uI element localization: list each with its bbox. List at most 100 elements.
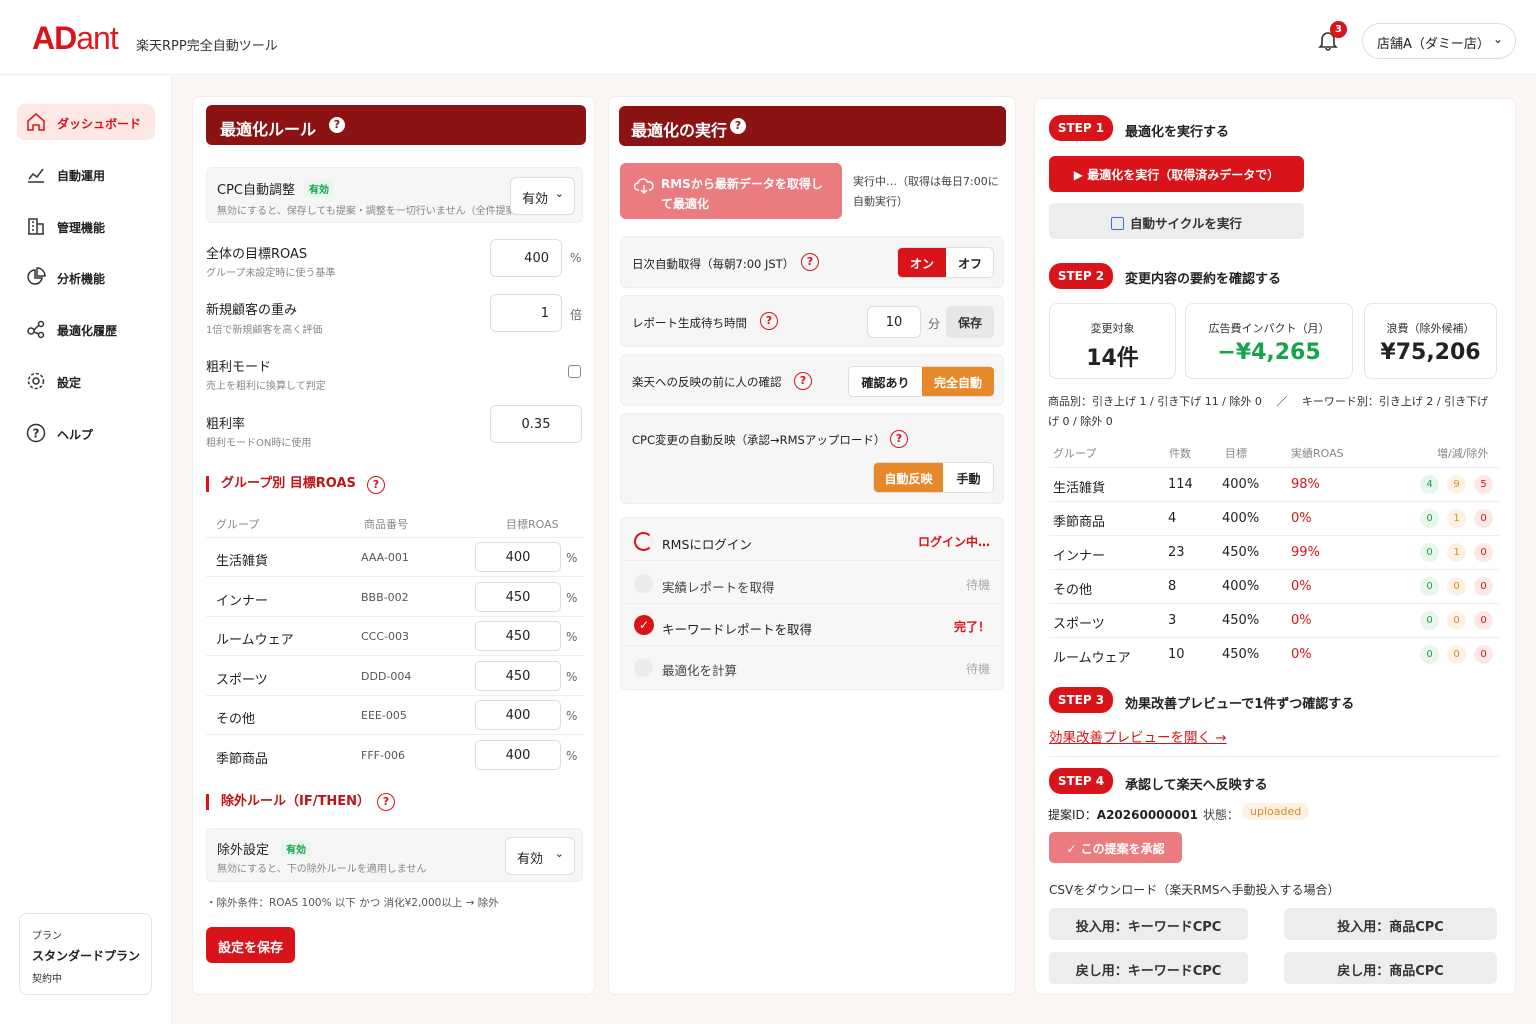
increase-count: 0: [1420, 577, 1439, 596]
help-icon[interactable]: ?: [760, 312, 778, 330]
table-row: 季節商品 4 400% 0% 0 1 0: [1049, 501, 1500, 535]
run-optimization-button[interactable]: ▶ 最適化を実行（取得済みデータで）: [1049, 156, 1304, 192]
group-roas-input[interactable]: 450: [475, 582, 561, 612]
th-actual: 実績ROAS: [1291, 447, 1344, 460]
table-row: その他 8 400% 0% 0 0 0: [1049, 569, 1500, 603]
exclusion-select[interactable]: 有効 ⌄: [505, 837, 575, 875]
sidebar-item-settings[interactable]: 設定: [17, 363, 155, 399]
step1-title: 最適化を実行する: [1125, 125, 1230, 140]
margin-rate-input[interactable]: 0.35: [490, 405, 582, 443]
actual-roas-cell: 0%: [1291, 647, 1312, 662]
help-icon[interactable]: ?: [730, 118, 746, 134]
step3-pill: STEP 3: [1049, 687, 1113, 713]
group-cell: スポーツ: [1053, 617, 1105, 632]
fetch-rms-button[interactable]: RMSから最新データを取得して最適化: [620, 163, 842, 219]
csv-product-in-button[interactable]: 投入用：商品CPC: [1284, 908, 1497, 940]
daily-fetch-label: 日次自動取得（毎朝7:00 JST）: [632, 257, 795, 271]
help-icon: ?: [26, 423, 46, 443]
help-icon[interactable]: ?: [367, 476, 385, 494]
sidebar-item-history[interactable]: 最適化履歴: [17, 311, 155, 347]
table-row: ルームウェア 10 450% 0% 0 0 0: [1049, 637, 1500, 671]
csv-label: CSVをダウンロード（楽天RMSへ手動投入する場合）: [1049, 883, 1340, 897]
csv-product-revert-button[interactable]: 戻し用：商品CPC: [1284, 952, 1497, 984]
sidebar-item-help[interactable]: ? ヘルプ: [17, 415, 155, 451]
roas-input[interactable]: 400: [490, 239, 562, 277]
home-icon: [27, 113, 45, 131]
group-roas-input[interactable]: 400: [475, 740, 561, 770]
newcust-label: 新規顧客の重み: [206, 303, 298, 318]
toggle-manual[interactable]: 手動: [943, 463, 994, 492]
toggle-confirm[interactable]: 確認あり: [849, 367, 922, 396]
count-cell: 3: [1168, 613, 1177, 628]
actual-roas-cell: 0%: [1291, 579, 1312, 594]
group-header-group: グループ: [216, 518, 260, 531]
auto-cycle-button[interactable]: 自動サイクルを実行: [1049, 203, 1304, 239]
th-target: 目標: [1225, 447, 1247, 460]
roas-label: 全体の目標ROAS: [206, 247, 308, 262]
wait-time-input[interactable]: 10: [867, 306, 921, 338]
cpc-auto-label: CPC自動調整: [217, 183, 295, 198]
target-cell: 450%: [1222, 613, 1260, 628]
group-roas-input[interactable]: 400: [475, 542, 561, 572]
plan-label: プラン: [32, 931, 62, 942]
table-row: スポーツ DDD-004 450%: [206, 657, 584, 696]
exclude-count: 0: [1474, 509, 1493, 528]
logo[interactable]: ADant: [32, 20, 119, 57]
cpc-status-badge: 有効: [304, 180, 334, 197]
stat-waste: 浪費（除外候補） ¥75,206: [1364, 303, 1497, 379]
margin-mode-checkbox[interactable]: [568, 365, 581, 378]
preview-link[interactable]: 効果改善プレビューを開く →: [1049, 726, 1227, 746]
table-row: ルームウェア CCC-003 450%: [206, 617, 584, 656]
help-icon[interactable]: ?: [794, 372, 812, 390]
table-row: インナー 23 450% 99% 0 1 0: [1049, 535, 1500, 569]
exclude-count: 0: [1474, 543, 1493, 562]
actual-roas-cell: 0%: [1291, 613, 1312, 628]
help-icon[interactable]: ?: [329, 117, 345, 133]
save-settings-button[interactable]: 設定を保存: [206, 927, 295, 963]
target-cell: 400%: [1222, 511, 1260, 526]
help-icon[interactable]: ?: [801, 253, 819, 271]
csv-keyword-revert-button[interactable]: 戻し用：キーワードCPC: [1049, 952, 1248, 984]
sidebar-item-analysis[interactable]: 分析機能: [17, 259, 155, 295]
sidebar-item-dashboard[interactable]: ダッシュボード: [17, 104, 155, 140]
toggle-full-auto[interactable]: 完全自動: [922, 367, 994, 396]
margin-rate-sub: 粗利モードON時に使用: [206, 438, 312, 449]
group-roas-input[interactable]: 400: [475, 700, 561, 730]
cpc-reflect-label: CPC変更の自動反映（承認→RMSアップロード）: [632, 433, 886, 447]
group-roas-input[interactable]: 450: [475, 661, 561, 691]
cpc-reflect-box: CPC変更の自動反映（承認→RMSアップロード） ? 自動反映 手動: [620, 413, 1004, 504]
chevron-down-icon: ⌄: [554, 847, 564, 860]
confirm-box: 楽天への反映の前に人の確認 ? 確認あり 完全自動: [620, 354, 1004, 406]
csv-keyword-in-button[interactable]: 投入用：キーワードCPC: [1049, 908, 1248, 940]
stat-changes: 変更対象 14件: [1049, 303, 1176, 379]
pie-chart-icon: [27, 267, 46, 285]
cpc-auto-select[interactable]: 有効 ⌄: [510, 177, 575, 215]
sidebar-item-auto[interactable]: 自動運用: [17, 156, 155, 192]
roas-sub: グループ未設定時に使う基準: [206, 268, 336, 279]
store-selector[interactable]: 店舗A（ダミー店） ⌄: [1362, 23, 1516, 59]
increase-count: 0: [1420, 543, 1439, 562]
cycle-icon: [1111, 217, 1125, 230]
group-roas-input[interactable]: 450: [475, 621, 561, 651]
confirm-toggle[interactable]: 確認あり 完全自動: [848, 366, 994, 397]
increase-count: 0: [1420, 645, 1439, 664]
help-icon[interactable]: ?: [377, 793, 395, 811]
sidebar-item-manage[interactable]: 管理機能: [17, 208, 155, 244]
help-icon[interactable]: ?: [890, 430, 908, 448]
actual-roas-cell: 99%: [1291, 545, 1320, 560]
actual-roas-cell: 0%: [1291, 511, 1312, 526]
target-cell: 400%: [1222, 579, 1260, 594]
daily-fetch-toggle[interactable]: オン オフ: [897, 247, 994, 278]
cpc-reflect-toggle[interactable]: 自動反映 手動: [873, 462, 994, 493]
approve-button[interactable]: ✓ この提案を承認: [1049, 832, 1182, 863]
toggle-off[interactable]: オフ: [946, 248, 994, 277]
wait-time-box: レポート生成待ち時間 ? 10 分 保存: [620, 295, 1004, 347]
toggle-on[interactable]: オン: [898, 248, 946, 277]
proposal-id: 提案ID：A20260000001: [1048, 808, 1198, 822]
network-icon: [27, 320, 45, 339]
decrease-count: 1: [1447, 543, 1466, 562]
wait-save-button[interactable]: 保存: [946, 306, 994, 338]
table-row: その他 EEE-005 400%: [206, 696, 584, 735]
newcust-input[interactable]: 1: [490, 294, 562, 332]
toggle-auto-reflect[interactable]: 自動反映: [874, 463, 943, 492]
